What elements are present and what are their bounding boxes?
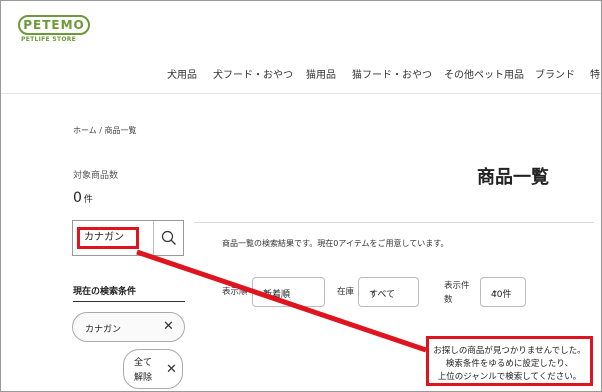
notice-line-2: 検索条件をゆるめに設定したり、 [445,359,574,369]
notice-line-3: 上位のジャンルで検索してください。 [437,372,582,382]
page: PETEMO PETLIFE STORE 犬用品 犬フード・おやつ 猫用品 猫フ… [0,0,602,392]
annotation-notice: お探しの商品が見つかりませんでした。 検索条件をゆるめに設定したり、 上位のジャ… [426,336,593,386]
annotation-arrow [136,249,427,353]
notice-line-1: お探しの商品が見つかりませんでした。 [433,346,586,356]
